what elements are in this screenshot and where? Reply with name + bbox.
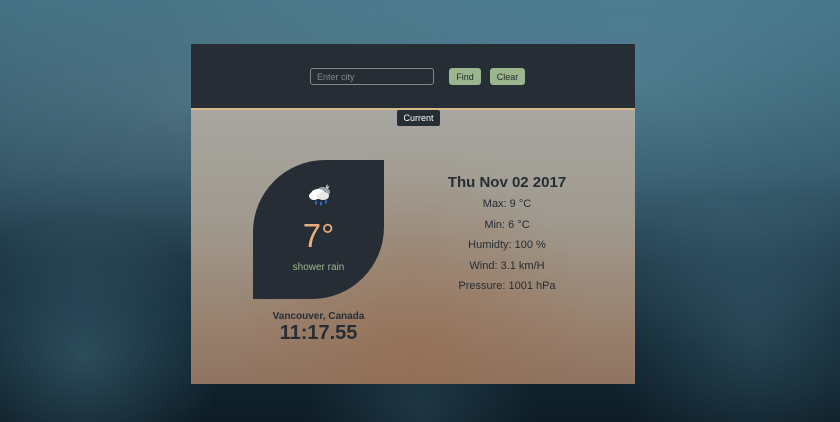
max-temperature: Max: 9 °C <box>482 198 532 210</box>
wind-speed: Wind: 3.1 km/H <box>469 259 545 272</box>
temperature-value: 7° <box>302 217 335 254</box>
search-header: Find Clear <box>191 44 635 110</box>
min-temperature: Min: 6 °C <box>484 218 530 231</box>
humidity: Humidty: 100 % <box>468 239 546 251</box>
location-label: Vancouver, Canada <box>272 311 365 322</box>
tab-current[interactable]: Current <box>397 110 440 126</box>
pressure: Pressure: 1001 hPa <box>458 280 556 292</box>
shower-rain-cloud-icon <box>306 184 336 208</box>
weather-details: Thu Nov 02 2017 Max: 9 °C Min: 6 °C Humi… <box>423 173 591 297</box>
forecast-date: Thu Nov 02 2017 <box>447 174 567 191</box>
clear-button[interactable]: Clear <box>490 68 525 85</box>
find-button[interactable]: Find <box>449 68 481 85</box>
weather-description: shower rain <box>292 262 345 273</box>
weather-app-panel: Find Clear Current 7° shower rain Vancou… <box>191 44 635 384</box>
city-search-input[interactable] <box>310 68 434 85</box>
local-time: 11:17.55 <box>279 322 358 344</box>
